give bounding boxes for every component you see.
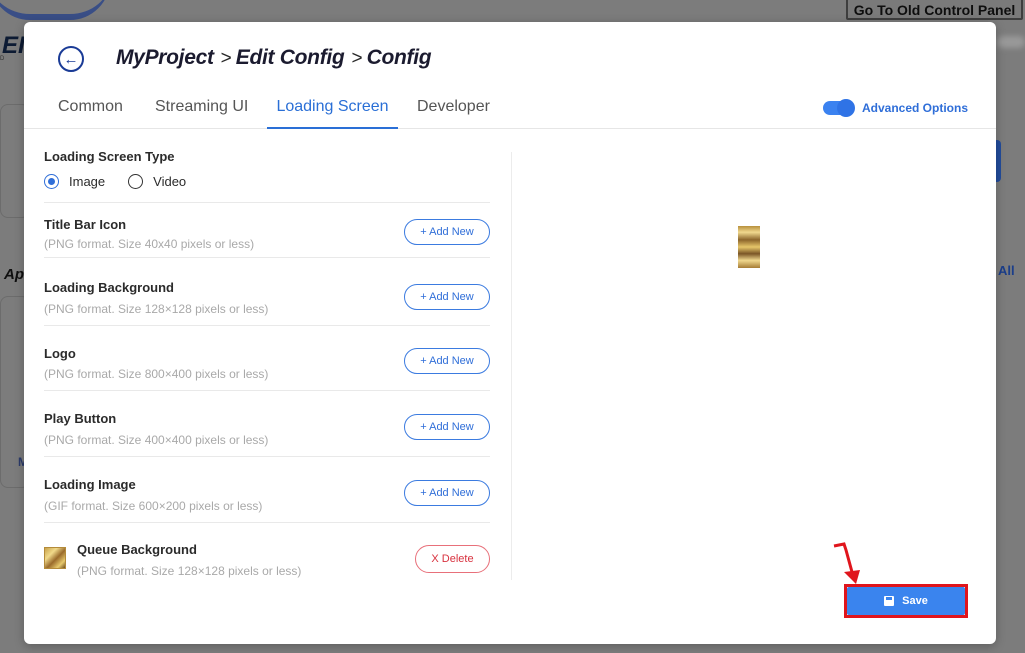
- modal-header: ← MyProject > Edit Config > Config: [24, 22, 996, 92]
- tab-common[interactable]: Common: [58, 98, 123, 129]
- radio-unchecked-icon: [128, 174, 144, 189]
- toggle-knob: [837, 99, 855, 117]
- tab-bar: Common Streaming UI Loading Screen Devel…: [24, 92, 996, 129]
- radio-label: Image: [69, 174, 106, 189]
- tab-streaming-ui[interactable]: Streaming UI: [155, 98, 248, 129]
- add-new-button[interactable]: + Add New: [404, 284, 490, 310]
- breadcrumb-edit-config[interactable]: Edit Config: [236, 46, 345, 70]
- setting-title: Play Button: [44, 411, 117, 426]
- tab-loading-screen[interactable]: Loading Screen: [267, 98, 398, 129]
- advanced-options-label: Advanced Options: [862, 101, 969, 115]
- logo-swoosh: [0, 0, 110, 20]
- setting-row-loading-background: Loading Background (PNG format. Size 128…: [44, 257, 490, 325]
- old-control-panel-button[interactable]: Go To Old Control Panel: [846, 0, 1023, 20]
- setting-row-loading-image: Loading Image (GIF format. Size 600×200 …: [44, 456, 490, 522]
- loading-screen-type-options: Image Video: [44, 174, 209, 189]
- background-heading: Ap: [4, 266, 24, 283]
- config-modal: ← MyProject > Edit Config > Config Commo…: [24, 22, 996, 644]
- setting-hint: (PNG format. Size 128×128 pixels or less…: [44, 302, 269, 316]
- column-divider: [511, 152, 512, 580]
- loading-screen-preview-image: [738, 226, 760, 268]
- advanced-options-toggle[interactable]: [823, 99, 855, 117]
- arrow-left-icon: ←: [63, 50, 79, 68]
- background-avatar: [997, 36, 1025, 48]
- add-new-button[interactable]: + Add New: [404, 219, 490, 245]
- setting-hint: (GIF format. Size 600×200 pixels or less…: [44, 499, 263, 513]
- breadcrumb-separator: >: [351, 48, 363, 69]
- back-button[interactable]: ←: [58, 46, 84, 72]
- add-new-button[interactable]: + Add New: [404, 480, 490, 506]
- setting-hint: (PNG format. Size 800×400 pixels or less…: [44, 367, 269, 381]
- setting-title: Logo: [44, 346, 76, 361]
- setting-title: Loading Image: [44, 477, 136, 492]
- breadcrumb-config: Config: [366, 46, 432, 69]
- save-highlight-box: [844, 584, 968, 618]
- loading-screen-type-title: Loading Screen Type: [44, 149, 175, 164]
- setting-row-title-bar-icon: Title Bar Icon (PNG format. Size 40x40 p…: [44, 202, 490, 257]
- setting-hint: (PNG format. Size 40x40 pixels or less): [44, 237, 255, 251]
- setting-row-logo: Logo (PNG format. Size 800×400 pixels or…: [44, 325, 490, 390]
- view-all-link[interactable]: All: [998, 263, 1015, 278]
- add-new-button[interactable]: + Add New: [404, 414, 490, 440]
- breadcrumb: MyProject > Edit Config > Config: [116, 46, 432, 70]
- setting-hint: (PNG format. Size 128×128 pixels or less…: [77, 564, 302, 578]
- radio-label: Video: [153, 174, 187, 189]
- annotation-arrow-icon: [833, 542, 860, 584]
- breadcrumb-project[interactable]: MyProject: [116, 46, 214, 70]
- setting-title: Loading Background: [44, 280, 174, 295]
- radio-checked-icon: [44, 174, 59, 189]
- radio-image[interactable]: Image: [44, 174, 105, 189]
- setting-row-play-button: Play Button (PNG format. Size 400×400 pi…: [44, 390, 490, 456]
- delete-button[interactable]: X Delete: [415, 545, 490, 573]
- add-new-button[interactable]: + Add New: [404, 348, 490, 374]
- setting-title: Queue Background: [77, 542, 197, 557]
- advanced-options: Advanced Options: [823, 99, 969, 117]
- radio-video[interactable]: Video: [128, 174, 186, 189]
- setting-title: Title Bar Icon: [44, 217, 127, 232]
- queue-background-thumbnail: [44, 547, 66, 569]
- setting-row-queue-background: Queue Background (PNG format. Size 128×1…: [44, 522, 490, 588]
- setting-hint: (PNG format. Size 400×400 pixels or less…: [44, 433, 269, 447]
- tab-developer[interactable]: Developer: [417, 98, 490, 129]
- breadcrumb-separator: >: [220, 48, 232, 69]
- logo-subtext: D: [0, 56, 8, 62]
